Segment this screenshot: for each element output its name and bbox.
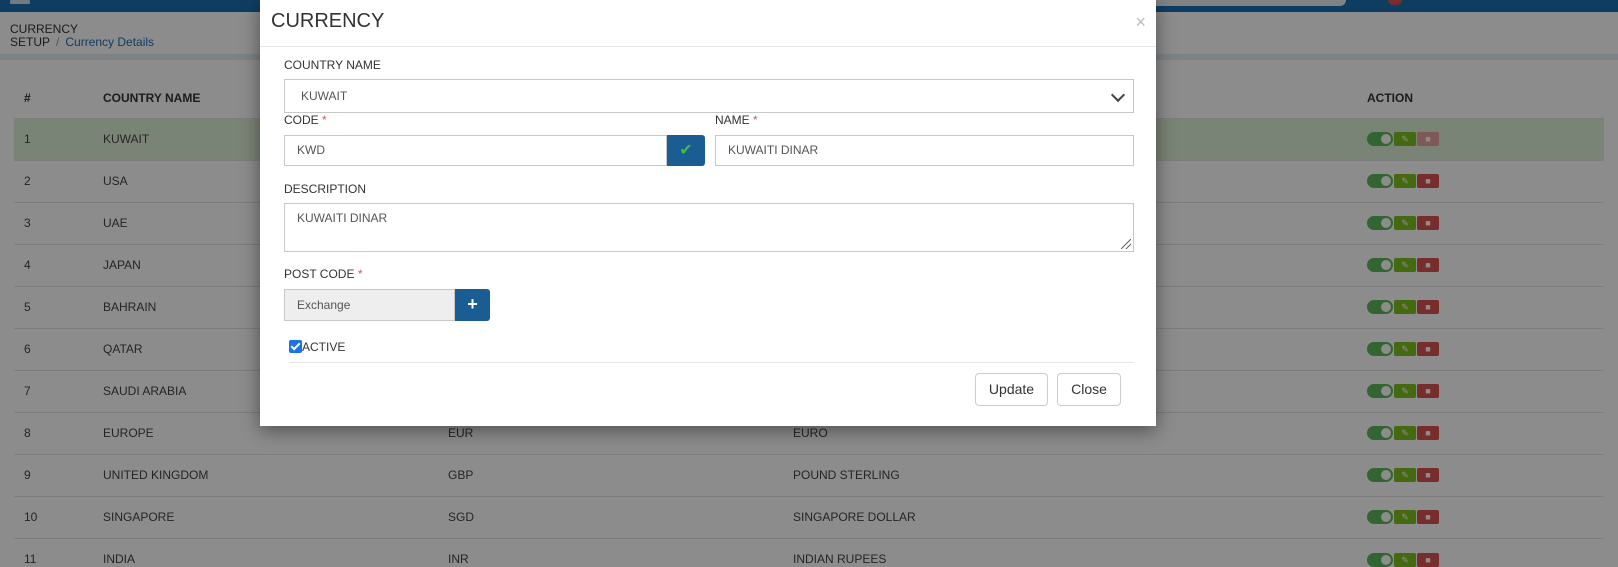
update-button[interactable]: Update [975,373,1048,406]
chevron-down-icon [1110,87,1126,103]
required-marker: * [753,113,758,127]
close-icon[interactable]: × [1135,12,1146,33]
plus-icon: + [467,294,478,314]
code-input[interactable]: KWD [284,135,667,166]
check-icon: ✔ [679,142,693,159]
required-marker: * [357,267,363,281]
code-value: KWD [297,143,325,157]
country-name-select[interactable]: KUWAIT [284,79,1134,113]
post-code-label-text: POST CODE [284,267,355,281]
currency-modal: CURRENCY × COUNTRY NAME KUWAIT CODE * KW… [260,0,1156,426]
description-value: KUWAITI DINAR [297,211,388,225]
modal-header: CURRENCY × [260,0,1156,47]
post-code-label: POST CODE * [284,267,362,281]
active-checkbox-row[interactable]: ACTIVE [289,340,345,354]
active-label: ACTIVE [302,340,346,354]
name-input[interactable]: KUWAITI DINAR [715,135,1134,166]
code-label-text: CODE [284,113,319,127]
description-textarea[interactable]: KUWAITI DINAR [284,203,1134,252]
name-label: NAME * [715,113,758,127]
name-label-text: NAME [715,113,750,127]
description-label: DESCRIPTION [284,182,367,196]
modal-title: CURRENCY [271,10,385,32]
verify-code-button[interactable]: ✔ [667,135,705,166]
post-code-value: Exchange [297,298,351,312]
country-name-value: KUWAIT [301,89,348,103]
country-name-label: COUNTRY NAME [284,58,381,72]
name-value: KUWAITI DINAR [728,143,819,157]
code-label: CODE * [284,113,327,127]
post-code-input[interactable]: Exchange [284,289,455,321]
active-checkbox[interactable] [289,340,302,353]
modal-footer-divider [289,362,1134,363]
required-marker: * [322,113,327,127]
add-post-code-button[interactable]: + [455,289,490,321]
resize-handle-icon[interactable] [1121,239,1131,249]
close-button[interactable]: Close [1057,373,1121,406]
